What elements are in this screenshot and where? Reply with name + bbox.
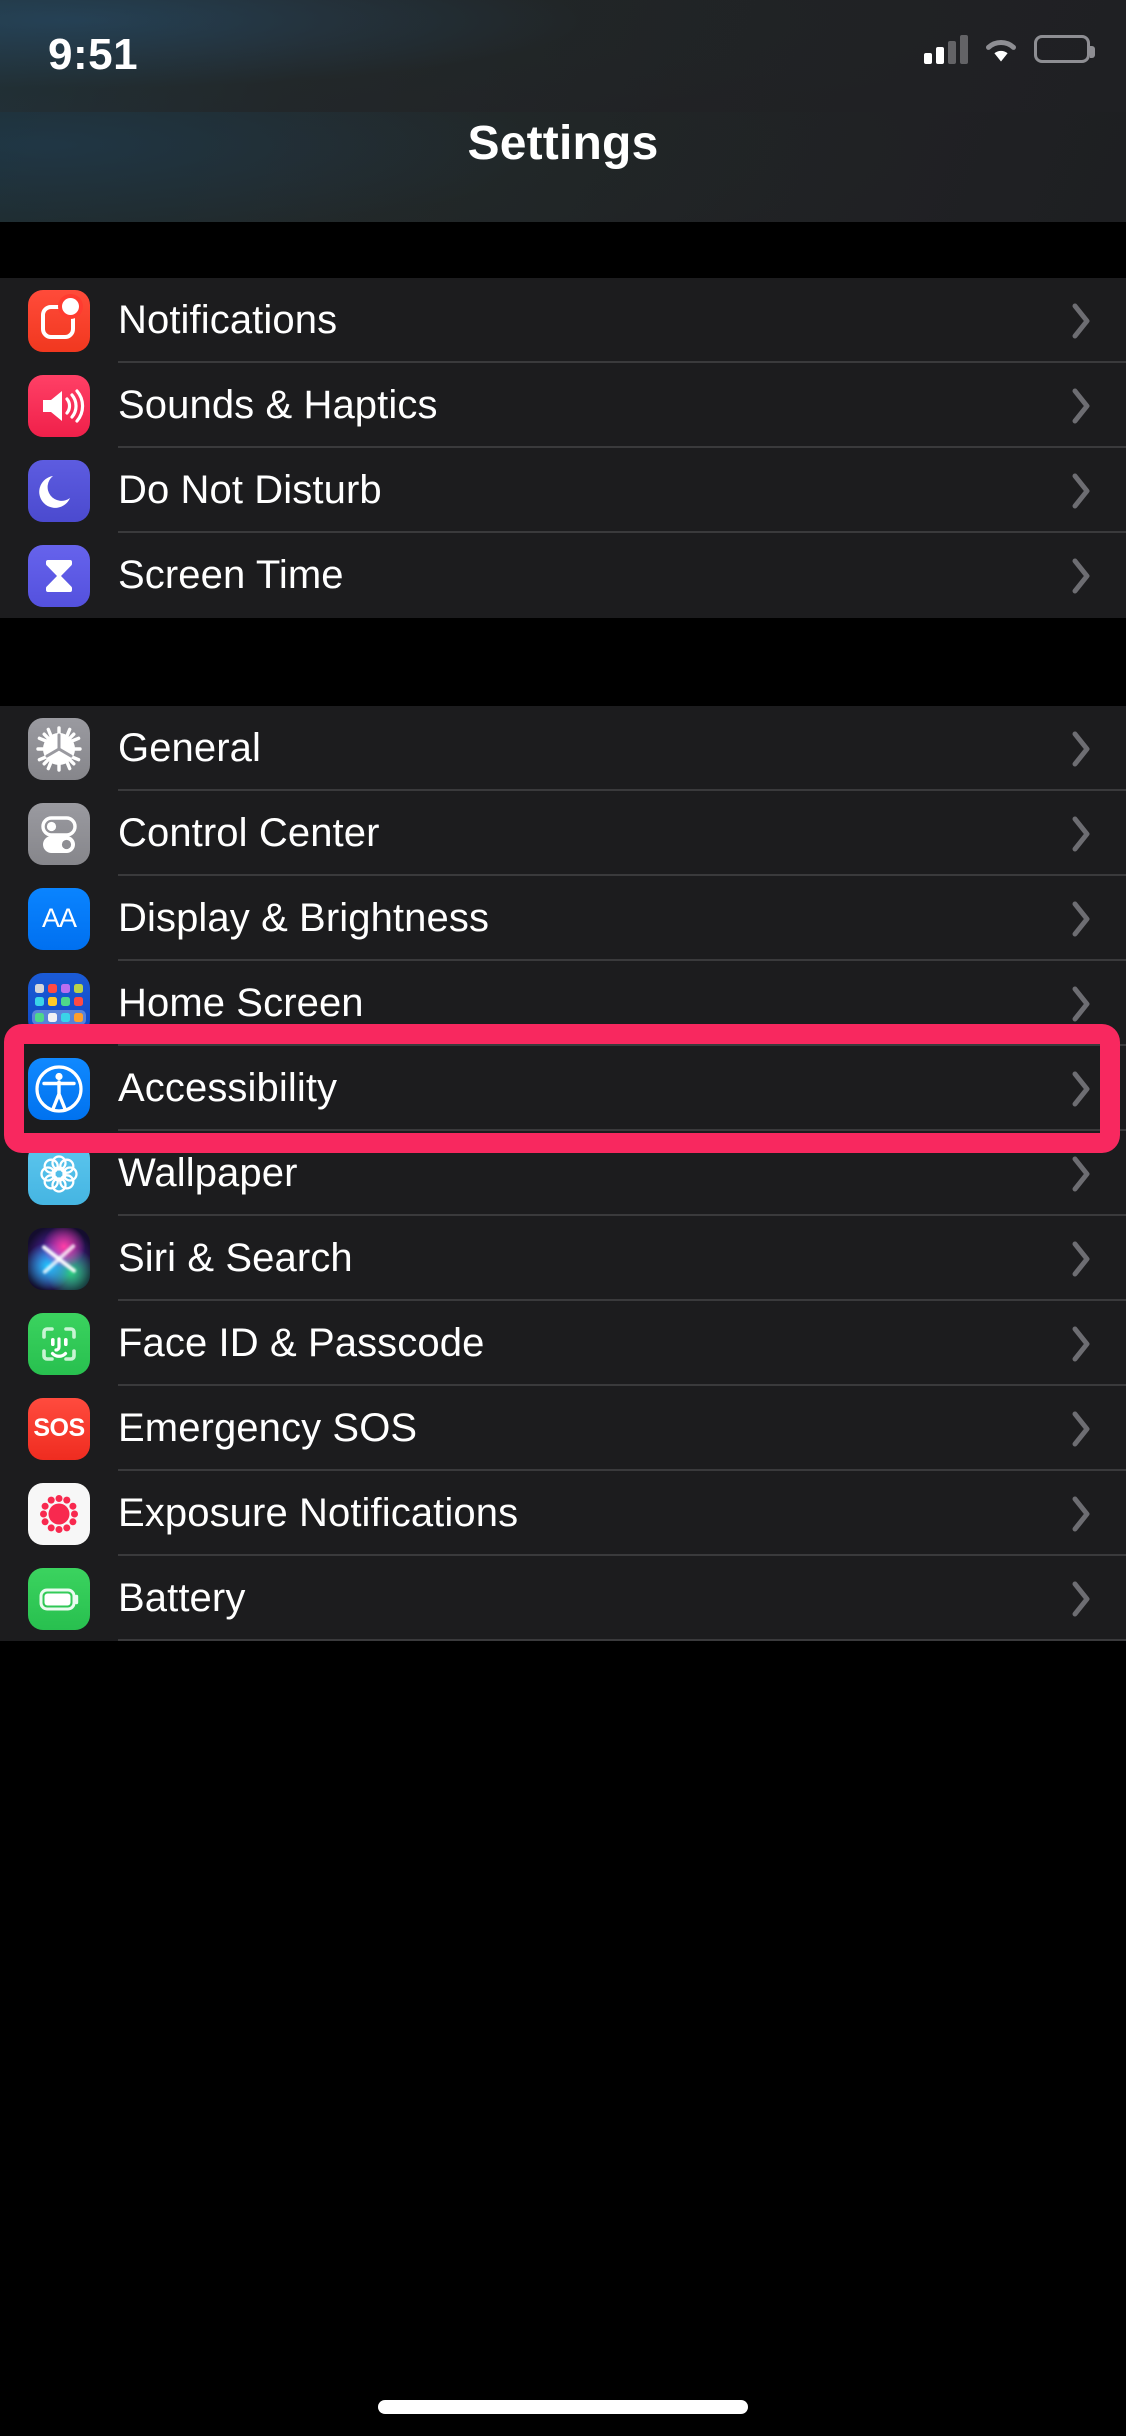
settings-row-emergency-sos[interactable]: SOS Emergency SOS	[0, 1386, 1126, 1471]
screen-time-icon	[28, 544, 90, 607]
row-separator	[118, 1639, 1126, 1641]
chevron-right-icon	[1072, 1411, 1092, 1447]
settings-row-do-not-disturb[interactable]: Do Not Disturb	[0, 448, 1126, 533]
group-spacer-top	[0, 222, 1126, 278]
accessibility-highlight-wrapper: Accessibility	[0, 1024, 1126, 1153]
notifications-icon	[28, 289, 90, 352]
face-id-icon	[28, 1312, 90, 1375]
chevron-right-icon	[1072, 1156, 1092, 1192]
page-title: Settings	[467, 117, 659, 170]
wifi-icon	[982, 35, 1020, 63]
settings-row-label: General	[118, 726, 262, 770]
chevron-right-icon	[1072, 986, 1092, 1022]
chevron-right-icon	[1072, 303, 1092, 339]
exposure-notifications-icon	[28, 1482, 90, 1545]
settings-row-label: Emergency SOS	[118, 1406, 418, 1450]
settings-row-label: Display & Brightness	[118, 896, 490, 940]
settings-row-label: Control Center	[118, 811, 380, 855]
settings-row-sounds-haptics[interactable]: Sounds & Haptics	[0, 363, 1126, 448]
settings-group-1: Notifications Sounds & Haptics Do Not Di…	[0, 278, 1126, 618]
settings-row-label: Do Not Disturb	[118, 468, 382, 512]
status-bar-indicators	[924, 34, 1095, 64]
settings-row-label: Home Screen	[118, 981, 364, 1025]
settings-row-battery[interactable]: Battery	[0, 1556, 1126, 1641]
general-gear-icon	[28, 717, 90, 780]
chevron-right-icon	[1072, 816, 1092, 852]
settings-row-wallpaper[interactable]: Wallpaper	[0, 1131, 1126, 1216]
chevron-right-icon	[1072, 1496, 1092, 1532]
settings-row-label: Sounds & Haptics	[118, 383, 438, 427]
status-bar-clock: 9:51	[48, 30, 139, 79]
settings-row-screen-time[interactable]: Screen Time	[0, 533, 1126, 618]
settings-row-home-screen[interactable]: Home Screen	[0, 961, 1126, 1046]
iphone-settings-screen: 9:51 Settings Notifications Sounds & Hap…	[0, 0, 1126, 2436]
settings-group-2: General Control Center AA Display & Brig…	[0, 706, 1126, 1641]
home-screen-icon	[28, 972, 90, 1035]
settings-row-accessibility[interactable]: Accessibility	[0, 1046, 1126, 1131]
chevron-right-icon	[1072, 901, 1092, 937]
settings-row-label: Screen Time	[118, 553, 344, 597]
group-spacer-middle	[0, 618, 1126, 706]
cellular-signal-icon	[924, 34, 968, 64]
chevron-right-icon	[1072, 1581, 1092, 1617]
settings-row-label: Exposure Notifications	[118, 1491, 519, 1535]
do-not-disturb-icon	[28, 459, 90, 522]
chevron-right-icon	[1072, 1071, 1092, 1107]
sounds-haptics-icon	[28, 374, 90, 437]
chevron-right-icon	[1072, 1241, 1092, 1277]
settings-row-label: Notifications	[118, 298, 338, 342]
settings-row-general[interactable]: General	[0, 706, 1126, 791]
settings-row-face-id-passcode[interactable]: Face ID & Passcode	[0, 1301, 1126, 1386]
chevron-right-icon	[1072, 388, 1092, 424]
settings-row-label: Accessibility	[118, 1066, 338, 1110]
wallpaper-icon	[28, 1142, 90, 1205]
settings-row-siri-search[interactable]: Siri & Search	[0, 1216, 1126, 1301]
status-bar: 9:51	[0, 0, 1126, 112]
home-indicator[interactable]	[378, 2400, 748, 2414]
settings-row-label: Battery	[118, 1576, 246, 1620]
sos-glyph: SOS	[33, 1414, 85, 1442]
display-brightness-glyph: AA	[41, 903, 77, 933]
siri-search-icon	[28, 1227, 90, 1290]
settings-row-exposure-notifications[interactable]: Exposure Notifications	[0, 1471, 1126, 1556]
battery-settings-icon	[28, 1567, 90, 1630]
control-center-icon	[28, 802, 90, 865]
chevron-right-icon	[1072, 558, 1092, 594]
settings-row-display-brightness[interactable]: AA Display & Brightness	[0, 876, 1126, 961]
settings-row-notifications[interactable]: Notifications	[0, 278, 1126, 363]
settings-row-label: Face ID & Passcode	[118, 1321, 485, 1365]
accessibility-icon	[28, 1057, 90, 1120]
chevron-right-icon	[1072, 473, 1092, 509]
navigation-bar: Settings	[0, 112, 1126, 222]
settings-row-label: Siri & Search	[118, 1236, 353, 1280]
settings-row-label: Wallpaper	[118, 1151, 298, 1195]
display-brightness-icon: AA	[28, 887, 90, 950]
chevron-right-icon	[1072, 731, 1092, 767]
emergency-sos-icon: SOS	[28, 1397, 90, 1460]
chevron-right-icon	[1072, 1326, 1092, 1362]
settings-row-control-center[interactable]: Control Center	[0, 791, 1126, 876]
battery-icon	[1034, 35, 1095, 63]
